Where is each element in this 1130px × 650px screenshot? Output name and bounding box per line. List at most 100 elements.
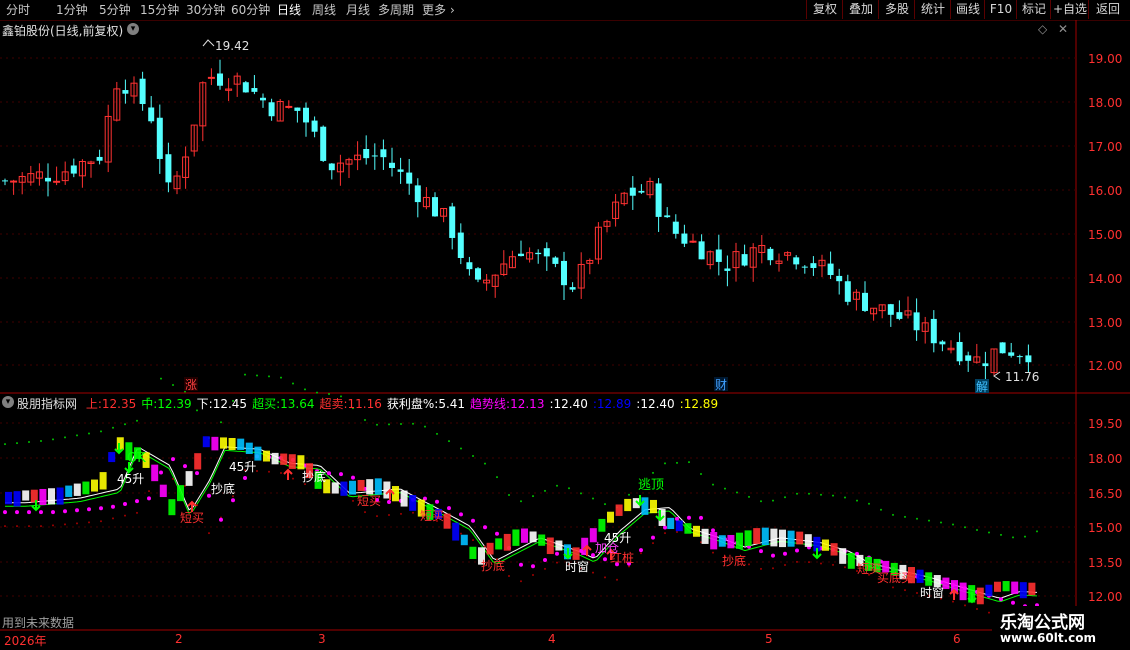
indicator-tick: 13.50: [1088, 556, 1122, 570]
period-tab-daily[interactable]: 日线: [277, 0, 301, 20]
signal-short-buy: 短买: [420, 509, 444, 523]
indicator-block: [736, 532, 743, 549]
oversold-dot: [352, 499, 354, 502]
candle-body: [165, 154, 172, 183]
candle-body: [689, 240, 697, 243]
candle-body: [475, 268, 481, 280]
indicator-name[interactable]: 股朋指标网: [17, 397, 77, 411]
overbought-dot: [676, 461, 678, 464]
period-tab-multi[interactable]: 多周期: [378, 0, 414, 20]
indicator-value-number: 12.35: [101, 397, 137, 411]
period-tab-fenshi[interactable]: 分时: [6, 0, 30, 20]
trend-dot: [351, 475, 355, 480]
chevron-down-icon[interactable]: ▾: [127, 23, 139, 35]
indicator-block: [194, 453, 202, 470]
indicator-block: [151, 464, 159, 482]
overbought-dot: [664, 462, 666, 465]
candle-body: [887, 304, 894, 315]
oversold-dot: [64, 523, 66, 526]
candle-body: [148, 107, 155, 122]
indicator-block: [572, 547, 580, 560]
period-tab-1min[interactable]: 1分钟: [56, 0, 88, 20]
restore-rights-button[interactable]: 复权: [806, 0, 843, 19]
candle-body: [432, 197, 438, 217]
overbought-dot: [376, 423, 378, 426]
multi-stock-button[interactable]: 多股: [878, 0, 915, 19]
draw-line-button[interactable]: 画线: [950, 0, 985, 19]
period-tab-60min[interactable]: 60分钟: [231, 0, 270, 20]
indicator-values: 上:12.35 中:12.39 下:12.45 超买:13.64 超卖:11.16 获利盘…: [81, 397, 718, 411]
overbought-dot: [940, 521, 942, 524]
indicator-block: [228, 437, 236, 450]
up-arrow-icon: [949, 588, 959, 600]
oversold-dot: [88, 521, 90, 524]
indicator-tick: 19.50: [1088, 417, 1122, 431]
oversold-dot: [52, 524, 54, 527]
f10-button[interactable]: F10: [984, 0, 1017, 19]
statistics-button[interactable]: 统计: [914, 0, 951, 19]
diamond-icon[interactable]: ◇: [1038, 22, 1047, 36]
oversold-dot: [904, 589, 906, 592]
chevron-down-icon[interactable]: ▾: [2, 396, 14, 408]
overbought-dot: [604, 503, 606, 506]
candle-body: [561, 260, 567, 286]
candle-body: [836, 275, 843, 282]
indicator-block: [22, 490, 30, 501]
price-tick: 14.00: [1088, 272, 1122, 286]
trend-dot: [471, 518, 475, 523]
overbought-dot: [136, 419, 138, 422]
period-tab-weekly[interactable]: 周线: [312, 0, 336, 20]
trend-dot: [795, 548, 799, 553]
oversold-dot: [604, 576, 606, 579]
candle-body: [70, 165, 77, 174]
trend-dot: [543, 558, 547, 563]
overbought-dot: [544, 489, 546, 492]
indicator-block: [916, 569, 924, 583]
indicator-block: [615, 504, 623, 516]
period-tab-15min[interactable]: 15分钟: [140, 0, 179, 20]
period-tab-5min[interactable]: 5分钟: [99, 0, 131, 20]
time-label-year: 2026年: [4, 634, 47, 648]
period-tab-more[interactable]: 更多: [422, 0, 446, 20]
overbought-dot: [880, 508, 882, 511]
overbought-dot: [904, 515, 906, 518]
indicator-value-item: 上:12.35: [86, 397, 136, 411]
overbought-dot: [1000, 533, 1002, 536]
overbought-dot: [268, 375, 270, 378]
overbought-dot: [832, 494, 834, 497]
signal-short-buy: 短买: [357, 494, 381, 508]
mark-button[interactable]: 标记: [1016, 0, 1051, 19]
candle-body: [965, 355, 972, 361]
trend-dot: [675, 516, 679, 521]
price-tick: 16.00: [1088, 184, 1122, 198]
indicator-block: [925, 572, 933, 586]
oversold-dot: [592, 571, 594, 574]
time-label-month: 2: [175, 632, 183, 646]
period-tab-monthly[interactable]: 月线: [346, 0, 370, 20]
add-favorite-button[interactable]: +自选: [1050, 0, 1089, 19]
chevron-right-icon[interactable]: ›: [450, 0, 455, 20]
trend-dot: [459, 512, 463, 517]
indicator-block: [237, 438, 245, 450]
indicator-block: [761, 527, 769, 546]
candle-body: [767, 248, 774, 261]
overbought-dot: [496, 476, 498, 479]
overbought-dot: [772, 499, 774, 502]
chart-area[interactable]: 19.00 18.00 17.00 16.00 15.00 14.00 13.0…: [0, 20, 1130, 650]
candle-body: [466, 262, 473, 270]
back-button[interactable]: 返回: [1088, 0, 1127, 19]
overbought-dot: [1024, 535, 1026, 538]
candle-body: [1025, 355, 1032, 363]
oversold-dot: [508, 574, 510, 577]
indicator-block: [331, 482, 339, 494]
oversold-dot: [760, 567, 762, 570]
period-tab-30min[interactable]: 30分钟: [186, 0, 225, 20]
indicator-value-item: :12.89: [593, 397, 631, 411]
price-tick: 15.00: [1088, 228, 1122, 242]
oversold-dot: [892, 586, 894, 589]
close-icon[interactable]: ✕: [1058, 22, 1068, 36]
indicator-value-item: 获利盘%:5.41: [387, 397, 465, 411]
indicator-block: [779, 529, 786, 548]
oversold-dot: [808, 561, 810, 564]
overlay-button[interactable]: 叠加: [842, 0, 879, 19]
